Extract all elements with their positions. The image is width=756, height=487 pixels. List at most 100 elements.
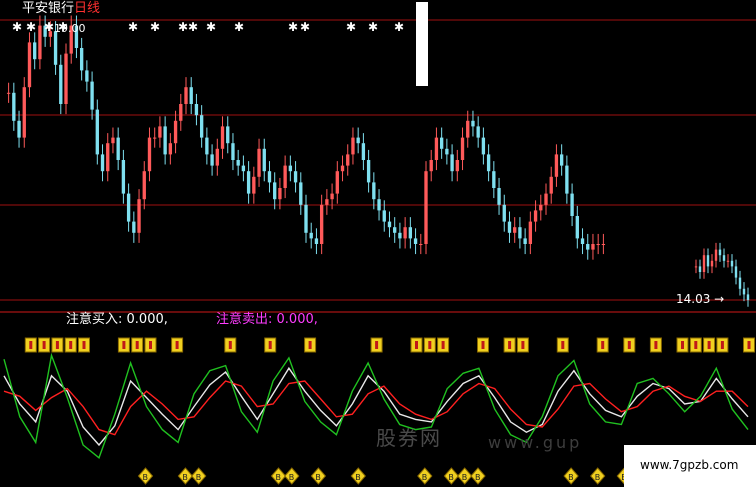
candle-body — [95, 109, 99, 155]
site-url: www.7gpzb.com — [640, 458, 739, 472]
candle-body — [722, 255, 726, 261]
buy-signal-mark — [654, 341, 658, 349]
stock-chart-window[interactable]: ✱✱✱✱✱✱✱✱✱✱✱✱✱✱✱✱BBBBBBBBBBBBBBBB 平安银行日线 … — [0, 0, 756, 487]
buy-signal-mark — [720, 341, 724, 349]
buy-signal-mark — [441, 341, 445, 349]
min-price-label: 14.03 → — [676, 292, 724, 306]
candle-body — [205, 137, 209, 155]
chart-canvas[interactable]: ✱✱✱✱✱✱✱✱✱✱✱✱✱✱✱✱BBBBBBBBBBBBBBBB — [0, 0, 756, 487]
candle-body — [241, 165, 246, 172]
candle-body — [591, 244, 595, 250]
sell-label: 注意卖出: — [216, 312, 273, 327]
candle-body — [523, 238, 527, 244]
candle-body — [220, 126, 225, 149]
candle-body — [738, 277, 742, 289]
watermark-cn: 股券网 — [376, 426, 442, 450]
sell-signal-glyph: B — [462, 473, 468, 482]
candle-body — [53, 31, 58, 65]
candle-body — [382, 210, 386, 222]
sell-signal-glyph: B — [315, 473, 321, 482]
candle-body — [340, 165, 345, 172]
candle-body — [601, 244, 606, 245]
candle-body — [116, 137, 120, 160]
buy-label: 注意买入: — [66, 312, 123, 327]
candle-body — [486, 154, 491, 172]
candle-body — [330, 193, 334, 200]
buy-signal-mark — [149, 341, 152, 349]
watermark-en: www.gup — [488, 433, 583, 452]
candle-body — [59, 64, 63, 104]
sell-signal-glyph: B — [595, 473, 601, 482]
sell-value: 0.000, — [276, 312, 318, 327]
buy-signal-mark — [375, 341, 379, 349]
candle-body — [356, 137, 360, 144]
candle-body — [742, 288, 746, 295]
candle-body — [319, 204, 324, 244]
candle-body — [325, 199, 329, 205]
candle-body — [252, 176, 256, 194]
candle-body — [702, 255, 706, 272]
star-marker: ✱ — [394, 20, 404, 34]
candle-body — [215, 148, 219, 166]
candle-body — [497, 188, 501, 205]
buy-signal-mark — [42, 341, 46, 349]
candle-body — [445, 148, 449, 155]
buy-signal-mark — [681, 341, 684, 349]
candle-body — [194, 104, 199, 116]
candle-body — [481, 137, 486, 155]
candle-body — [346, 154, 350, 166]
site-badge: www.7gpzb.com — [624, 445, 756, 487]
candle-body — [502, 204, 506, 222]
stock-name: 平安银行 — [22, 1, 75, 16]
candle-body — [361, 143, 366, 160]
candle-body — [575, 216, 579, 239]
candle-body — [17, 120, 21, 138]
candle-body — [168, 143, 173, 155]
buy-signal-mark — [481, 341, 485, 349]
sell-signal-glyph: B — [196, 473, 202, 482]
candle-body — [293, 171, 298, 183]
candle-body — [179, 104, 183, 121]
candle-body — [210, 154, 214, 166]
candle-body — [730, 260, 734, 267]
candle-body — [90, 81, 94, 110]
candle-body — [184, 87, 188, 104]
candle-body — [559, 154, 564, 166]
candle-body — [393, 227, 397, 233]
sell-signal-glyph: B — [355, 473, 361, 482]
candle-body — [262, 148, 266, 172]
candle-body — [38, 25, 42, 60]
candle-body — [351, 137, 355, 155]
candle-body — [518, 227, 522, 239]
candle-body — [706, 255, 710, 267]
candle-body — [528, 221, 533, 244]
indicator-sell-readout: 注意卖出: 0.000, — [216, 313, 318, 327]
candle-body — [257, 148, 261, 177]
candle-body — [565, 165, 569, 194]
candle-body — [226, 126, 230, 144]
candle-body — [158, 126, 162, 138]
candle-body — [147, 137, 152, 172]
candle-body — [79, 48, 84, 71]
min-price-value: 14.03 — [676, 292, 711, 306]
buy-signal-mark — [228, 341, 232, 349]
candle-body — [455, 160, 459, 172]
candle-body — [33, 42, 37, 60]
candle-body — [476, 126, 480, 138]
period-label: 日线 — [74, 1, 101, 16]
sell-signal-glyph: B — [422, 473, 428, 482]
star-marker: ✱ — [288, 20, 298, 34]
max-price-label: 19.00 — [54, 22, 86, 35]
candle-body — [429, 160, 433, 172]
candle-body — [153, 137, 157, 139]
indicator-buy-readout: 注意买入: 0.000, — [66, 313, 168, 327]
candle-body — [299, 182, 303, 205]
star-marker: ✱ — [128, 20, 138, 34]
candle-body — [734, 266, 738, 278]
candle-body — [726, 260, 730, 262]
white-occluder — [416, 2, 428, 86]
candle-body — [106, 143, 110, 172]
candle-body — [424, 171, 428, 244]
candle-body — [694, 266, 698, 268]
star-marker: ✱ — [150, 20, 160, 34]
